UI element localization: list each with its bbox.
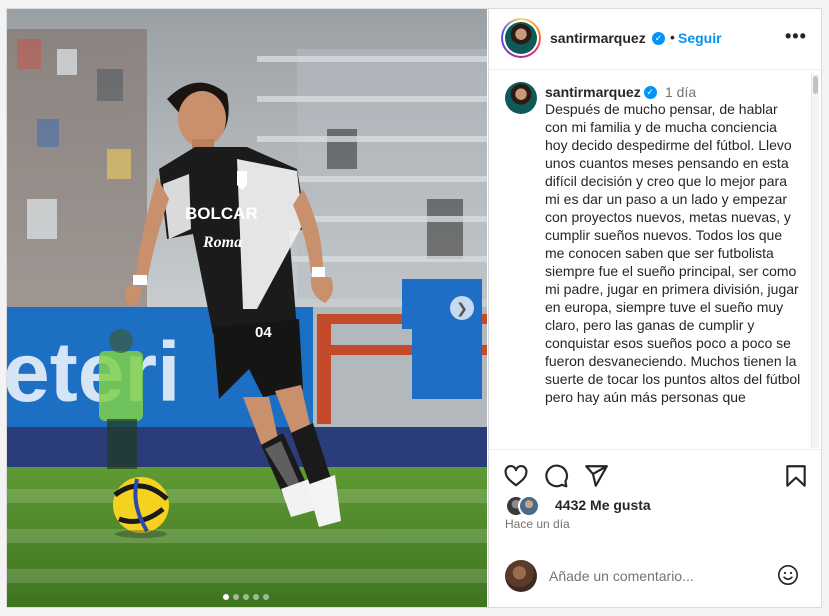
separator-dot: • bbox=[670, 29, 675, 45]
more-icon[interactable]: ••• bbox=[785, 26, 807, 47]
post-photo[interactable]: eteri BOLCAR Roma 04 ❯ bbox=[7, 9, 487, 607]
carousel-next-button[interactable]: ❯ bbox=[450, 296, 474, 320]
emoji-icon[interactable] bbox=[777, 564, 799, 586]
post-header: santirmarquez ✓ • Seguir ••• bbox=[489, 9, 821, 70]
carousel-indicator bbox=[223, 587, 273, 605]
header-username[interactable]: santirmarquez bbox=[550, 30, 646, 46]
post-side-panel: santirmarquez ✓ • Seguir ••• santirmarqu… bbox=[488, 9, 821, 607]
follow-button[interactable]: Seguir bbox=[678, 30, 722, 46]
jersey-sponsor-lower: Roma bbox=[202, 234, 242, 251]
carousel-dot bbox=[263, 594, 269, 600]
caption-area[interactable]: santirmarquez ✓ 1 día Después de mucho pe… bbox=[489, 70, 821, 450]
share-icon[interactable] bbox=[583, 463, 609, 489]
verified-icon: ✓ bbox=[643, 86, 657, 100]
chevron-right-icon: ❯ bbox=[456, 299, 468, 316]
heart-icon[interactable] bbox=[503, 463, 529, 489]
likes-count[interactable]: 4432 Me gusta bbox=[555, 497, 651, 513]
verified-icon: ✓ bbox=[652, 32, 665, 45]
carousel-dot bbox=[253, 594, 259, 600]
liker-avatar bbox=[518, 495, 540, 517]
svg-text:eteri: eteri bbox=[7, 325, 180, 419]
caption-username[interactable]: santirmarquez bbox=[545, 84, 641, 100]
instagram-post: eteri BOLCAR Roma 04 ❯ santirmarquez ✓ •… bbox=[6, 8, 822, 608]
shorts-number: 04 bbox=[255, 324, 272, 341]
comment-form bbox=[489, 555, 821, 607]
caption-avatar[interactable] bbox=[505, 82, 537, 114]
soccer-player-photo: eteri BOLCAR Roma 04 bbox=[7, 9, 487, 607]
caption-scrollbar[interactable] bbox=[811, 74, 819, 448]
bookmark-icon[interactable] bbox=[783, 463, 809, 489]
viewer-avatar bbox=[505, 560, 537, 592]
posted-time[interactable]: Hace un día bbox=[505, 517, 570, 531]
comment-input[interactable] bbox=[549, 568, 759, 584]
jersey-sponsor-front: BOLCAR bbox=[185, 204, 258, 223]
scrollbar-thumb[interactable] bbox=[813, 76, 818, 94]
caption-text: Después de mucho pensar, de hablar con m… bbox=[545, 101, 801, 405]
caption-time[interactable]: 1 día bbox=[665, 84, 696, 100]
carousel-dot bbox=[233, 594, 239, 600]
comment-icon[interactable] bbox=[543, 463, 569, 489]
carousel-dot bbox=[243, 594, 249, 600]
action-bar bbox=[489, 457, 821, 497]
carousel-dot bbox=[223, 594, 229, 600]
avatar[interactable] bbox=[501, 18, 541, 58]
